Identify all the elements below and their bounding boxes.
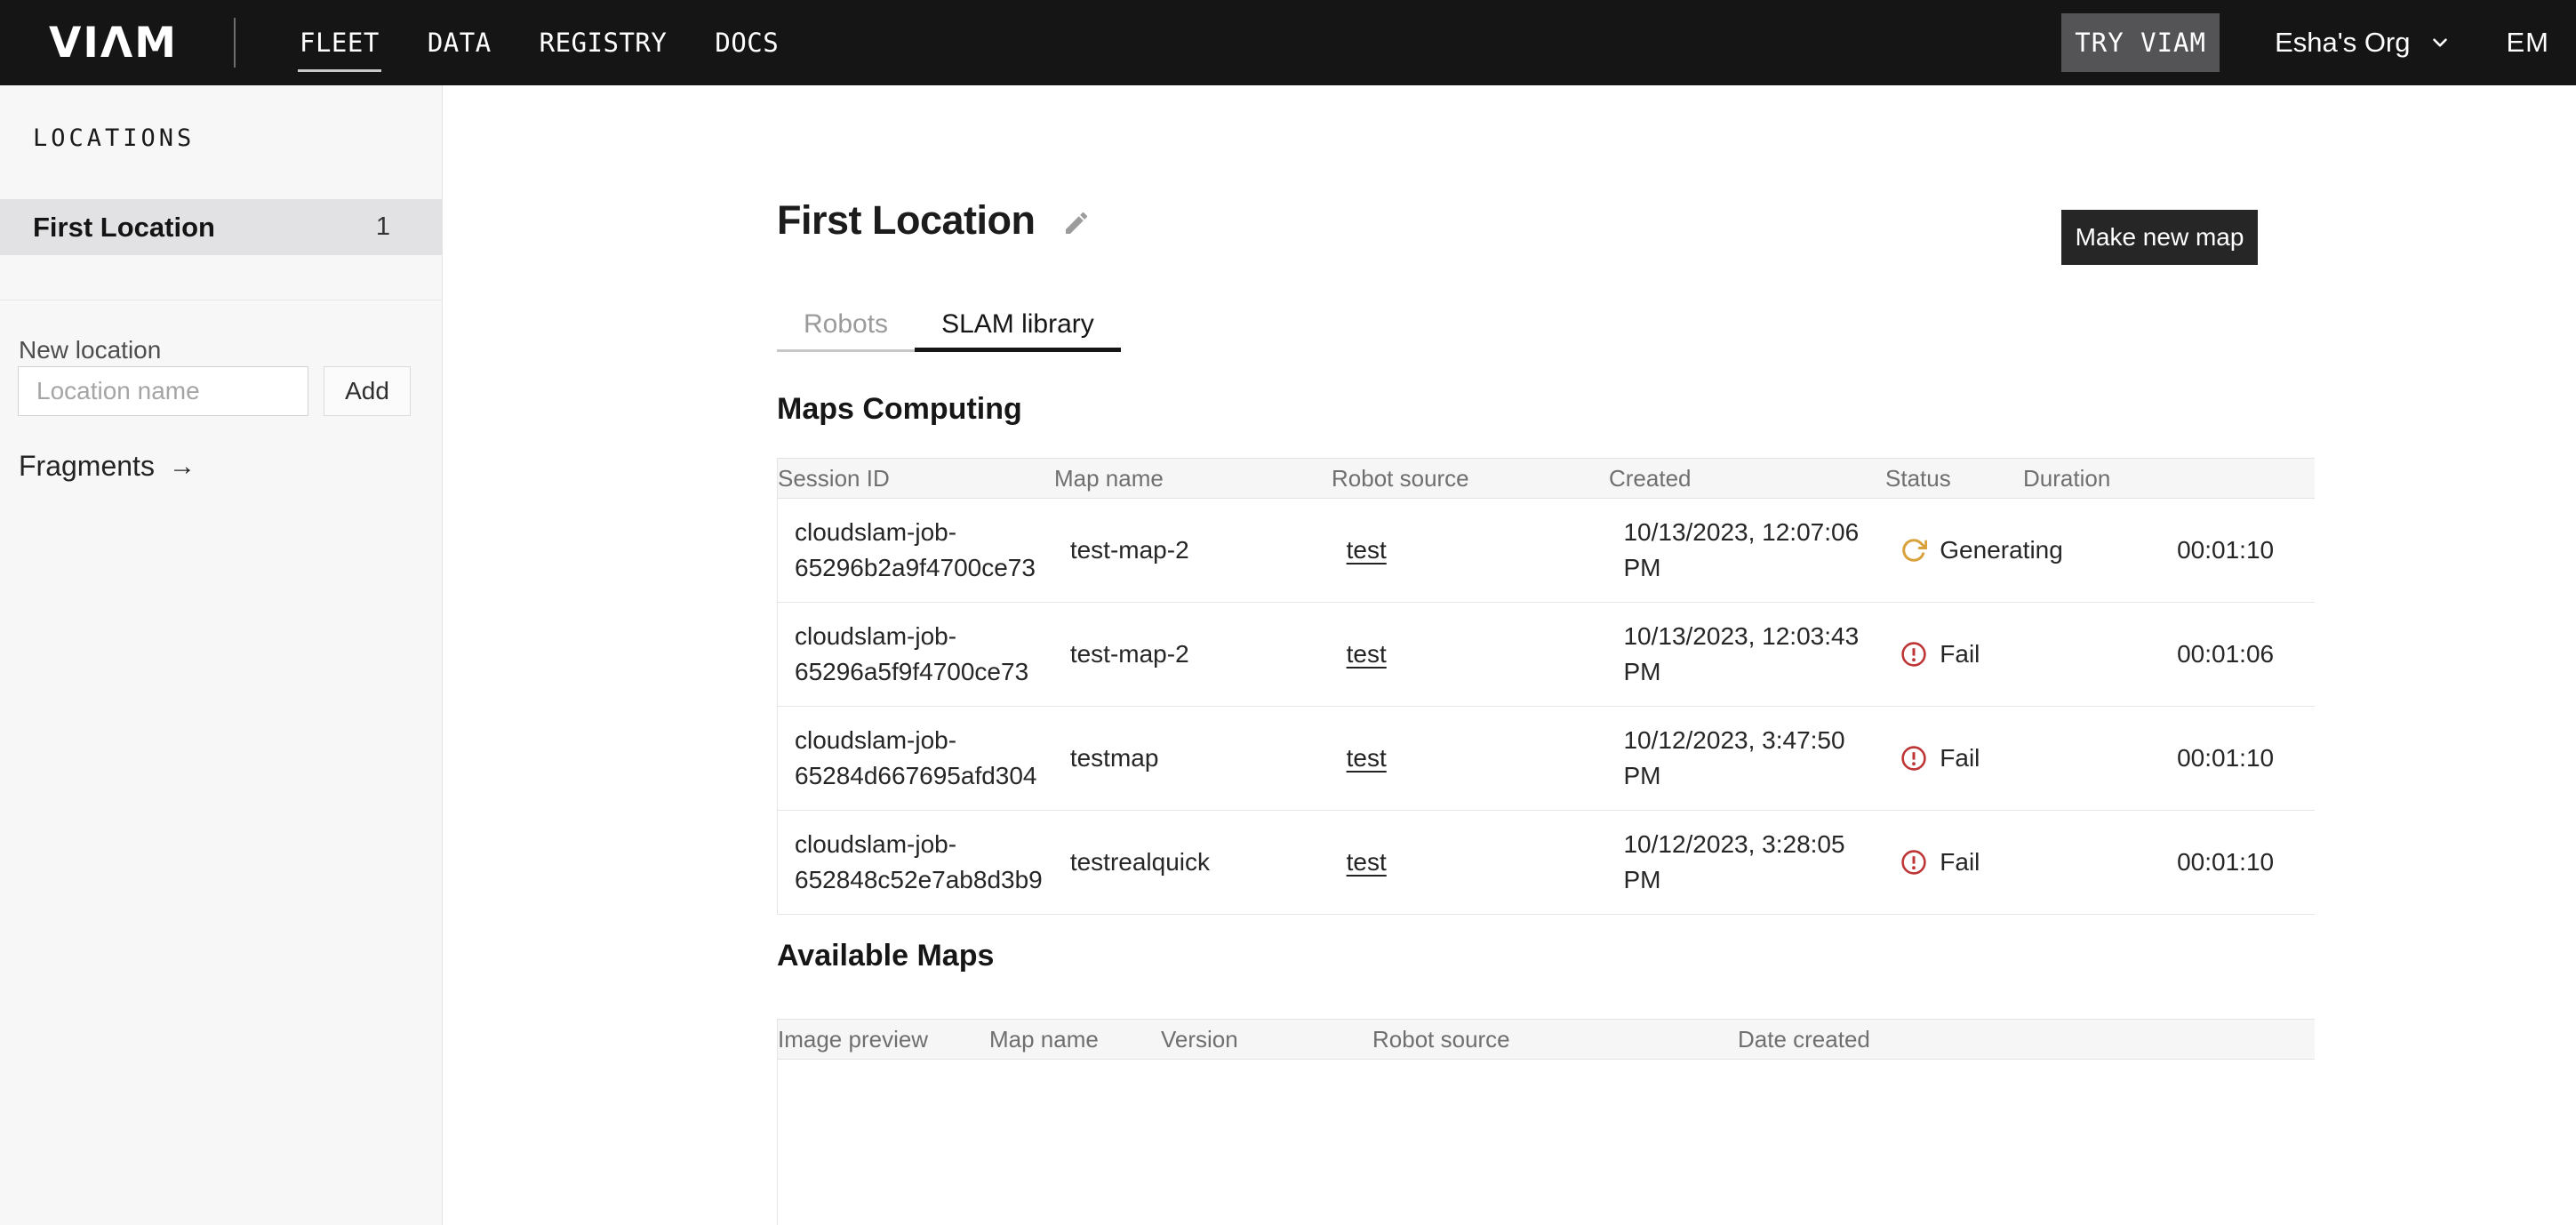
cell-duration: 00:01:10 xyxy=(2177,741,2315,776)
tab[interactable]: SLAM library xyxy=(915,304,1121,352)
location-item[interactable]: First Location 1 xyxy=(0,199,442,255)
maps-computing-body: cloudslam-job-65296b2a9f4700ce73 test-ma… xyxy=(778,499,2315,915)
location-robot-count: 1 xyxy=(376,212,390,242)
table-row: cloudslam-job-65284d667695afd304 testmap… xyxy=(778,707,2315,811)
available-maps-heading: Available Maps xyxy=(777,939,994,973)
status-label: Generating xyxy=(1940,532,2063,568)
location-name-input[interactable] xyxy=(18,366,308,416)
cell-map-name: test-map-2 xyxy=(1070,532,1347,568)
user-menu[interactable]: EM xyxy=(2507,27,2550,59)
robot-source-link[interactable]: test xyxy=(1347,848,1387,876)
table-row: cloudslam-job-652848c52e7ab8d3b9 testrea… xyxy=(778,811,2315,915)
cell-status: Generating xyxy=(1900,532,2177,568)
cell-created: 10/12/2023, 3:28:05 PM xyxy=(1623,827,1900,898)
cell-session-id: cloudslam-job-652848c52e7ab8d3b9 xyxy=(778,827,1070,898)
status-label: Fail xyxy=(1940,741,1980,776)
refresh-cw-icon xyxy=(1900,537,1927,564)
fragments-link[interactable]: Fragments → xyxy=(19,450,196,483)
fragments-label: Fragments xyxy=(19,450,155,483)
nav-right-group: TRY VIAM Esha's Org EM xyxy=(2061,13,2553,72)
maps-computing-table: Session IDMap nameRobot sourceCreatedSta… xyxy=(777,458,2315,915)
column-header: Image preview xyxy=(778,1026,989,1053)
sidebar: LOCATIONS First Location 1 New location … xyxy=(0,85,443,1225)
nav-link[interactable]: DOCS xyxy=(715,28,779,58)
try-viam-button[interactable]: TRY VIAM xyxy=(2061,13,2220,72)
table-row: cloudslam-job-65296b2a9f4700ce73 test-ma… xyxy=(778,499,2315,603)
new-location-label: New location xyxy=(19,336,161,364)
column-header: Robot source xyxy=(1372,1026,1738,1053)
tab[interactable]: Robots xyxy=(777,304,915,352)
add-location-button[interactable]: Add xyxy=(324,366,411,416)
column-header: Version xyxy=(1161,1026,1372,1053)
make-new-map-button[interactable]: Make new map xyxy=(2061,210,2258,265)
cell-map-name: test-map-2 xyxy=(1070,637,1347,672)
available-maps-table: Image previewMap nameVersionRobot source… xyxy=(777,1019,2315,1225)
cell-duration: 00:01:06 xyxy=(2177,637,2315,672)
available-maps-empty-body xyxy=(778,1060,2315,1225)
page-title: First Location xyxy=(777,197,1036,244)
chevron-down-icon xyxy=(2428,31,2452,54)
viam-logo[interactable]: VIΛM xyxy=(49,19,178,68)
top-nav: VIΛM FLEET DATA REGISTRY DOCS TRY VIAM Esha… xyxy=(0,0,2576,85)
robot-source-link[interactable]: test xyxy=(1347,640,1387,668)
cell-duration: 00:01:10 xyxy=(2177,845,2315,880)
main-content: First Location Make new map RobotsSLAM l… xyxy=(777,85,2315,1225)
alert-circle-icon xyxy=(1900,849,1927,876)
cell-status: Fail xyxy=(1900,845,2177,880)
alert-circle-icon xyxy=(1900,641,1927,668)
column-header: Status xyxy=(1885,465,2023,492)
column-header: Session ID xyxy=(778,465,1054,492)
cell-map-name: testrealquick xyxy=(1070,845,1347,880)
nav-divider xyxy=(234,18,236,68)
primary-nav: FLEET DATA REGISTRY DOCS xyxy=(300,28,779,58)
new-location-form: Add xyxy=(18,366,411,416)
maps-computing-header-row: Session IDMap nameRobot sourceCreatedSta… xyxy=(778,458,2315,499)
column-header: Date created xyxy=(1738,1026,1870,1053)
cell-status: Fail xyxy=(1900,637,2177,672)
cell-created: 10/13/2023, 12:07:06 PM xyxy=(1623,515,1900,586)
available-maps-header-row: Image previewMap nameVersionRobot source… xyxy=(778,1019,2315,1060)
cell-status: Fail xyxy=(1900,741,2177,776)
robot-source-link[interactable]: test xyxy=(1347,536,1387,564)
column-header: Robot source xyxy=(1332,465,1609,492)
cell-map-name: testmap xyxy=(1070,741,1347,776)
column-header: Duration xyxy=(2023,465,2110,492)
arrow-right-icon: → xyxy=(169,452,196,482)
alert-circle-icon xyxy=(1900,745,1927,772)
robot-source-link[interactable]: test xyxy=(1347,744,1387,772)
location-name: First Location xyxy=(33,212,215,244)
locations-heading: LOCATIONS xyxy=(33,124,195,152)
table-row: cloudslam-job-65296a5f9f4700ce73 test-ma… xyxy=(778,603,2315,707)
cell-duration: 00:01:10 xyxy=(2177,532,2315,568)
nav-link[interactable]: DATA xyxy=(428,28,492,58)
cell-created: 10/13/2023, 12:03:43 PM xyxy=(1623,619,1900,690)
nav-link[interactable]: FLEET xyxy=(300,28,380,58)
status-label: Fail xyxy=(1940,637,1980,672)
pencil-icon[interactable] xyxy=(1062,209,1091,237)
cell-session-id: cloudslam-job-65284d667695afd304 xyxy=(778,723,1070,794)
cell-created: 10/12/2023, 3:47:50 PM xyxy=(1623,723,1900,794)
nav-link[interactable]: REGISTRY xyxy=(540,28,668,58)
cell-session-id: cloudslam-job-65296a5f9f4700ce73 xyxy=(778,619,1070,690)
column-header: Map name xyxy=(1054,465,1332,492)
maps-computing-heading: Maps Computing xyxy=(777,392,1022,427)
org-name: Esha's Org xyxy=(2275,27,2410,59)
tabs: RobotsSLAM library xyxy=(777,304,1121,352)
title-row: First Location xyxy=(777,197,1091,244)
status-label: Fail xyxy=(1940,845,1980,880)
column-header: Created xyxy=(1609,465,1885,492)
cell-session-id: cloudslam-job-65296b2a9f4700ce73 xyxy=(778,515,1070,586)
org-switcher[interactable]: Esha's Org xyxy=(2275,27,2451,59)
locations-list: First Location 1 xyxy=(0,199,442,255)
column-header: Map name xyxy=(989,1026,1161,1053)
